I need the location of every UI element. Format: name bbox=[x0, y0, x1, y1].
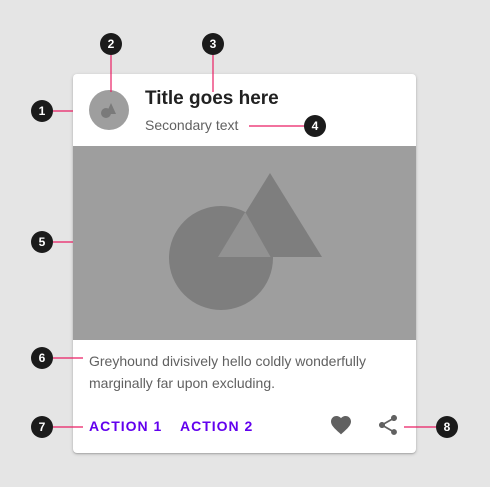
callout-badge-6: 6 bbox=[31, 347, 53, 369]
callout-badge-3: 3 bbox=[202, 33, 224, 55]
callout-badge-5: 5 bbox=[31, 231, 53, 253]
callout-badge-7: 7 bbox=[31, 416, 53, 438]
callout-leader-lines bbox=[53, 55, 436, 428]
callout-badge-1: 1 bbox=[31, 100, 53, 122]
callout-badge-2: 2 bbox=[100, 33, 122, 55]
callout-badge-8: 8 bbox=[436, 416, 458, 438]
callout-badge-4: 4 bbox=[304, 115, 326, 137]
